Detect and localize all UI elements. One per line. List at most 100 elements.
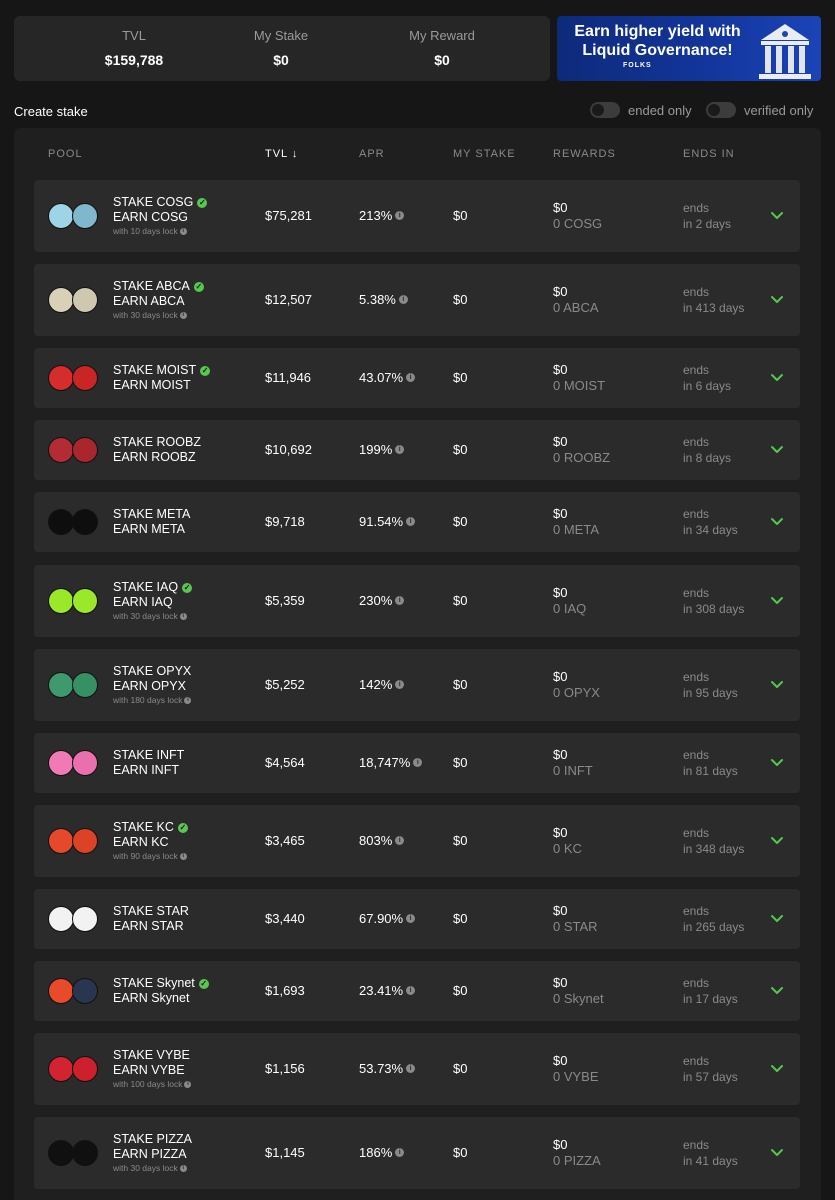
chevron-down-icon[interactable] [770, 445, 784, 455]
pool-token-icon [48, 437, 100, 463]
earn-token-icon [72, 750, 98, 776]
chevron-down-icon[interactable] [770, 914, 784, 924]
earn-label: EARN KC [113, 835, 169, 849]
stake-token-icon [48, 588, 74, 614]
stat-my-stake-label: My Stake [253, 28, 309, 43]
chevron-down-icon[interactable] [770, 680, 784, 690]
pool-row[interactable]: STAKE Skynet ✓ EARN Skynet $1,693 23.41% i $0 $… [34, 961, 800, 1021]
pool-row[interactable]: STAKE ROOBZ EARN ROOBZ $10,692 199% i $0 $0 0 R… [34, 420, 800, 480]
column-my-stake[interactable]: MY STAKE [453, 148, 516, 161]
lock-info-icon[interactable]: i [179, 852, 187, 860]
pool-names: STAKE Skynet ✓ EARN Skynet [113, 976, 209, 1006]
reward-token: 0 MOIST [553, 378, 606, 393]
chevron-down-icon[interactable] [770, 295, 784, 305]
chevron-down-icon[interactable] [770, 596, 784, 606]
lock-info-icon[interactable]: i [179, 227, 187, 235]
chevron-down-icon[interactable] [770, 211, 784, 221]
stake-name: STAKE OPYX [113, 664, 192, 678]
apr-info-icon[interactable]: i [395, 680, 405, 689]
apr-info-icon[interactable]: i [406, 373, 416, 382]
banner-line-1: Earn higher yield with [574, 23, 741, 40]
pool-row[interactable]: STAKE VYBE EARN VYBE with 100 days lock i $1… [34, 1033, 800, 1105]
chevron-down-icon[interactable] [770, 517, 784, 527]
pool-row[interactable]: STAKE ABCA ✓ EARN ABCA with 30 days lock i $1… [34, 264, 800, 336]
chevron-down-icon[interactable] [770, 1064, 784, 1074]
lock-info-icon[interactable]: i [179, 311, 187, 319]
ended-only-toggle[interactable] [590, 102, 620, 118]
verified-only-toggle[interactable] [706, 102, 736, 118]
stake-label: STAKE COSG ✓ [113, 195, 208, 210]
apr-info-icon[interactable]: i [395, 836, 405, 845]
stake-name: STAKE PIZZA [113, 1132, 192, 1146]
verified-check-icon: ✓ [177, 822, 188, 833]
stake-label: STAKE OPYX [113, 664, 191, 679]
stake-name: STAKE MOIST [113, 363, 197, 377]
lock-info-icon[interactable]: i [179, 612, 187, 620]
pool-token-icon [48, 1140, 100, 1166]
apr-info-icon[interactable]: i [413, 758, 423, 767]
pool-tvl: $12,507 [265, 292, 312, 307]
lock-info-icon[interactable]: i [184, 696, 192, 704]
lock-info-icon[interactable]: i [179, 1164, 187, 1172]
verified-only-filter[interactable]: verified only [706, 102, 813, 118]
pool-row[interactable]: STAKE STAR EARN STAR $3,440 67.90% i $0 $0 0 ST… [34, 889, 800, 949]
ends-label: ends [683, 826, 710, 840]
stake-label: STAKE Skynet ✓ [113, 976, 209, 991]
lock-info-icon[interactable]: i [184, 1080, 192, 1088]
pool-names: STAKE IAQ ✓ EARN IAQ with 30 days lock i [113, 580, 193, 622]
apr-info-icon[interactable]: i [395, 1148, 405, 1157]
apr-info-icon[interactable]: i [406, 1064, 416, 1073]
column-apr[interactable]: APR [359, 148, 385, 161]
apr-info-icon[interactable]: i [395, 596, 405, 605]
pool-my-stake: $0 [453, 442, 468, 457]
pool-row[interactable]: STAKE KC ✓ EARN KC with 90 days lock i $3,465… [34, 805, 800, 877]
apr-info-icon[interactable]: i [406, 517, 416, 526]
table-header: POOL TVL ↓ APR MY STAKE REWARDS ENDS IN [14, 128, 821, 178]
pool-row[interactable]: STAKE COSG ✓ EARN COSG with 10 days lock i $7… [34, 180, 800, 252]
pool-rewards: $0 0 IAQ [553, 585, 586, 617]
chevron-down-icon[interactable] [770, 1148, 784, 1158]
apr-info-icon[interactable]: i [395, 445, 405, 454]
column-pool[interactable]: POOL [48, 148, 83, 161]
pool-row[interactable]: STAKE IAQ ✓ EARN IAQ with 30 days lock i $5,3… [34, 565, 800, 637]
apr-info-icon[interactable]: i [406, 986, 416, 995]
pool-ends-in: ends in 308 days [683, 585, 744, 617]
stake-token-icon [48, 287, 74, 313]
pool-rewards: $0 0 INFT [553, 747, 593, 779]
pool-names: STAKE OPYX EARN OPYX with 180 days lock i [113, 664, 192, 706]
apr-info-icon[interactable]: i [406, 914, 416, 923]
pool-token-icon [48, 828, 100, 854]
earn-label: EARN IAQ [113, 595, 173, 609]
liquid-governance-banner[interactable]: Earn higher yield with Liquid Governance… [557, 16, 821, 81]
ended-only-filter[interactable]: ended only [590, 102, 692, 118]
pool-row[interactable]: STAKE INFT EARN INFT $4,564 18,747% i $0 $0 0 I… [34, 733, 800, 793]
apr-info-icon[interactable]: i [395, 211, 405, 220]
apr-value: 18,747% [359, 755, 411, 770]
ends-label: ends [683, 1138, 710, 1152]
chevron-down-icon[interactable] [770, 758, 784, 768]
column-ends-in[interactable]: ENDS IN [683, 148, 735, 161]
stake-name: STAKE IAQ [113, 580, 179, 594]
apr-info-icon[interactable]: i [398, 295, 408, 304]
pool-rewards: $0 0 PIZZA [553, 1137, 601, 1169]
pool-row[interactable]: STAKE OPYX EARN OPYX with 180 days lock i $5… [34, 649, 800, 721]
ends-label: ends [683, 435, 710, 449]
pool-apr: 53.73% i [359, 1061, 416, 1076]
stake-label: STAKE KC ✓ [113, 820, 188, 835]
pool-row[interactable]: STAKE PIZZA EARN PIZZA with 30 days lock i $… [34, 1117, 800, 1189]
chevron-down-icon[interactable] [770, 986, 784, 996]
pool-row[interactable]: STAKE MOIST ✓ EARN MOIST $11,946 43.07% i $0 $0… [34, 348, 800, 408]
chevron-down-icon[interactable] [770, 836, 784, 846]
chevron-down-icon[interactable] [770, 373, 784, 383]
reward-token: 0 COSG [553, 216, 603, 231]
stake-token-icon [48, 365, 74, 391]
stake-name: STAKE ABCA [113, 279, 190, 293]
pool-tvl: $3,465 [265, 833, 305, 848]
pool-token-icon [48, 978, 100, 1004]
column-tvl[interactable]: TVL ↓ [265, 148, 298, 161]
pool-ends-in: ends in 6 days [683, 362, 731, 394]
column-rewards[interactable]: REWARDS [553, 148, 616, 161]
create-stake-link[interactable]: Create stake [14, 104, 88, 120]
pool-row[interactable]: STAKE META EARN META $9,718 91.54% i $0 $0 0 ME… [34, 492, 800, 552]
apr-value: 199% [359, 442, 393, 457]
